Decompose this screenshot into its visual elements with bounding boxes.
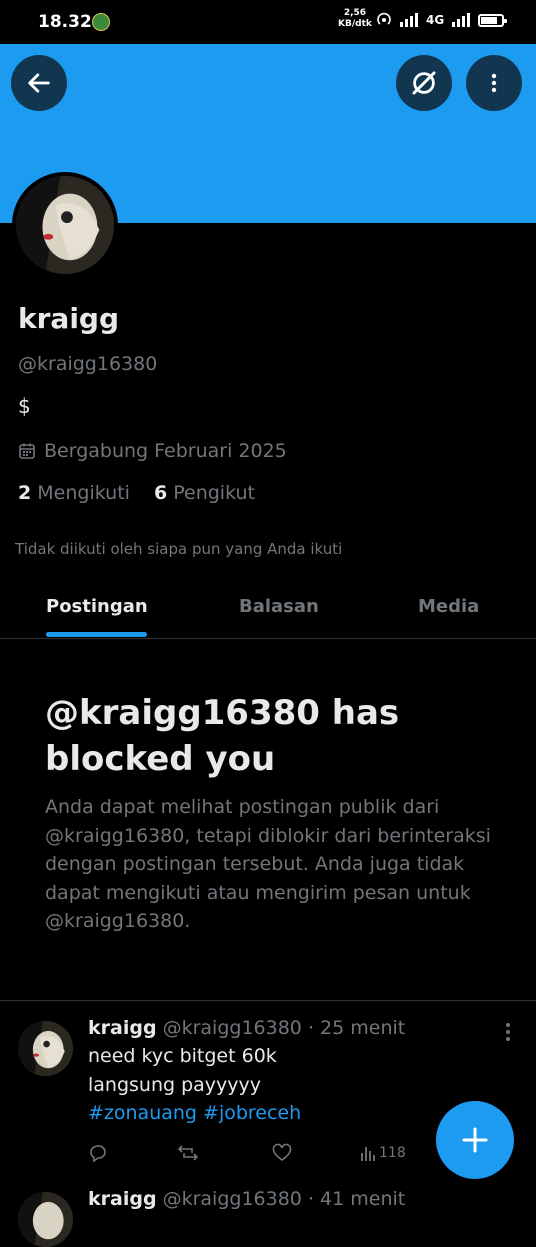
tab-posts[interactable]: Postingan — [46, 596, 148, 617]
not-followed-note: Tidak diikuti oleh siapa pun yang Anda i… — [15, 540, 343, 558]
post-header: kraigg @kraigg16380 · 25 menit — [88, 1017, 405, 1039]
profile-handle: @kraigg16380 — [18, 353, 158, 375]
avatar-photo — [16, 176, 114, 274]
joined-text: Bergabung Februari 2025 — [44, 440, 287, 462]
post-time: · 25 menit — [307, 1017, 406, 1039]
post-text-line-2: langsung payyyyy — [88, 1074, 262, 1096]
reply-button[interactable] — [88, 1141, 108, 1165]
following-label: Mengikuti — [37, 482, 130, 504]
repost-icon — [177, 1145, 199, 1161]
post-text-line-1: need kyc bitget 60k — [88, 1045, 277, 1067]
back-button[interactable] — [11, 55, 67, 111]
arrow-left-icon — [28, 73, 50, 93]
post-time: · 41 menit — [307, 1188, 406, 1210]
post-avatar-photo — [18, 1192, 73, 1247]
battery-icon — [478, 13, 508, 27]
like-button[interactable] — [272, 1141, 292, 1165]
signal-icon — [400, 13, 418, 27]
followers-link[interactable]: 6 Pengikut — [154, 482, 255, 504]
post-avatar[interactable] — [18, 1021, 73, 1076]
battery-level — [481, 16, 497, 24]
following-link[interactable]: 2 Mengikuti — [18, 482, 130, 504]
profile-bio: $ — [18, 394, 31, 418]
status-icons: 4G — [376, 12, 508, 28]
network-speed-value: 2,56 — [343, 8, 367, 18]
dot-icon — [506, 1030, 510, 1034]
status-bar: 18.32 2,56 KB/dtk 4G — [0, 0, 536, 44]
calendar-icon — [19, 443, 35, 459]
blocked-title: @kraigg16380 has blocked you — [45, 693, 400, 779]
network-speed: 2,56 KB/dtk — [338, 8, 372, 30]
plus-icon — [462, 1127, 488, 1153]
views-button[interactable]: 118 — [360, 1141, 406, 1165]
post-author-handle[interactable]: @kraigg16380 — [163, 1188, 302, 1210]
status-time: 18.32 — [38, 12, 92, 32]
post-author-name[interactable]: kraigg — [88, 1188, 157, 1210]
tab-replies[interactable]: Balasan — [239, 596, 319, 617]
joined-date: Bergabung Februari 2025 — [18, 440, 287, 462]
post-avatar-photo — [18, 1021, 73, 1076]
post-author-name[interactable]: kraigg — [88, 1017, 157, 1039]
active-tab-indicator — [46, 632, 147, 637]
views-count: 118 — [379, 1145, 406, 1161]
heart-icon — [272, 1143, 292, 1161]
repost-button[interactable] — [177, 1141, 199, 1165]
more-options-button[interactable] — [466, 55, 522, 111]
post-hashtags[interactable]: #zonauang #jobreceh — [88, 1102, 301, 1124]
blocked-description: Anda dapat melihat postingan publik dari… — [45, 796, 491, 932]
views-icon — [361, 1147, 375, 1161]
post-header: kraigg @kraigg16380 · 41 menit — [88, 1188, 405, 1210]
post-avatar[interactable] — [18, 1192, 73, 1247]
profile-tabs: Postingan Balasan Media — [0, 580, 536, 639]
dot-icon — [506, 1037, 510, 1041]
profile-display-name: kraigg — [18, 302, 120, 335]
network-type: 4G — [426, 13, 445, 27]
hotspot-icon — [377, 12, 391, 25]
grok-icon — [412, 71, 436, 95]
followers-count: 6 — [153, 482, 168, 504]
grok-button[interactable] — [396, 55, 452, 111]
dot-icon — [506, 1023, 510, 1027]
more-vertical-icon — [491, 73, 497, 93]
following-count: 2 — [18, 482, 32, 504]
profile-avatar[interactable] — [12, 172, 118, 278]
reply-icon — [90, 1145, 106, 1163]
tab-media[interactable]: Media — [418, 596, 479, 617]
app-notification-icon — [92, 13, 110, 31]
post-author-handle[interactable]: @kraigg16380 — [163, 1017, 302, 1039]
followers-label: Pengikut — [173, 482, 255, 504]
compose-post-button[interactable] — [436, 1101, 514, 1179]
follow-stats: 2 Mengikuti 6 Pengikut — [18, 482, 255, 504]
network-speed-unit: KB/dtk — [338, 19, 372, 29]
signal-icon-2 — [452, 13, 471, 27]
section-divider — [0, 1000, 536, 1001]
post-more-button[interactable] — [498, 1020, 518, 1044]
